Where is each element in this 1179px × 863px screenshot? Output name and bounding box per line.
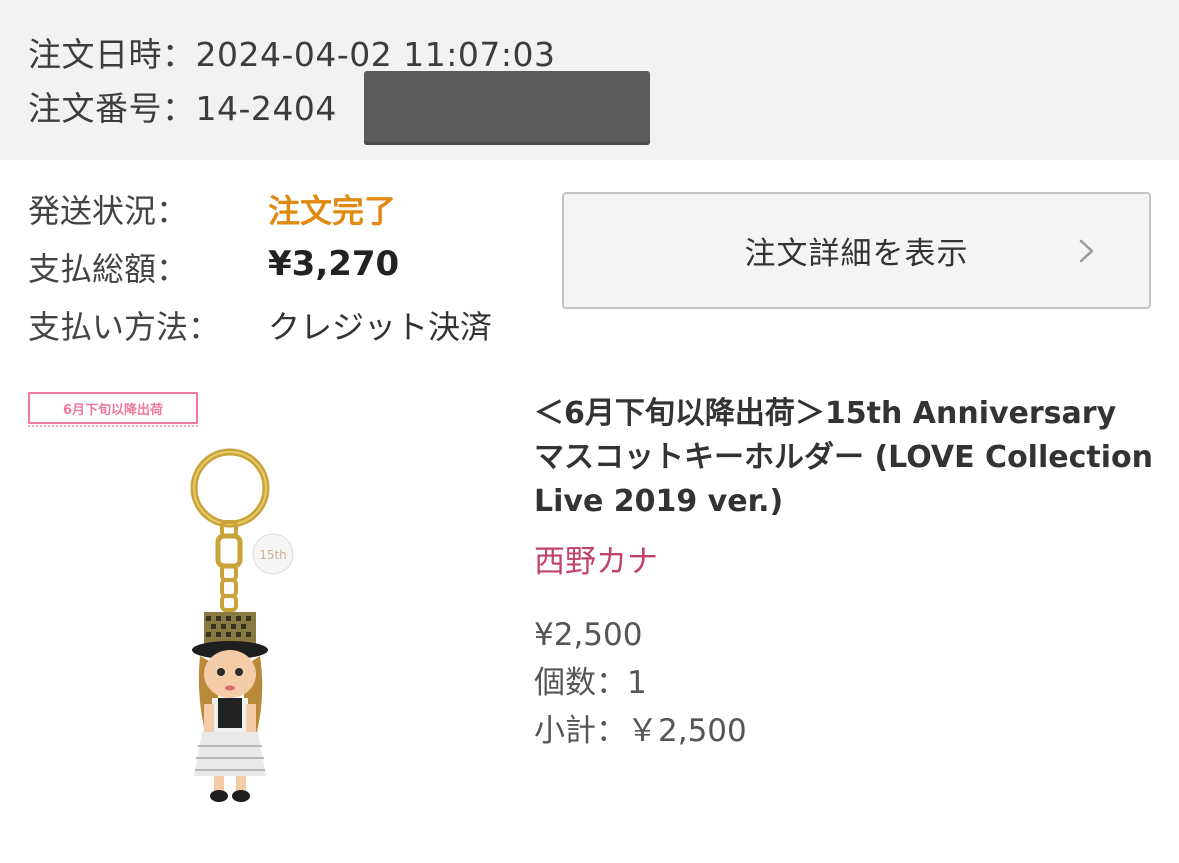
total-value: ¥3,270 [268,244,400,284]
tag-divider [28,425,198,428]
order-datetime: 注文日時：2024-04-02 11:07:03 [28,35,556,74]
order-detail-button[interactable]: 注文詳細を表示 [562,192,1151,309]
chevron-right-icon [1079,239,1094,263]
product-subtotal: 小計：￥2,500 [534,713,747,749]
product-info: ＜6月下旬以降出荷＞15th Anniversary マスコットキーホルダー (… [534,392,1154,755]
product-image[interactable]: 6月下旬以降出荷 15th [28,392,328,812]
payment-label: 支払い方法： [28,308,221,346]
order-number: 注文番号：14-2404 [28,89,337,128]
shipping-tag: 6月下旬以降出荷 [28,392,198,424]
total-label: 支払総額： [28,250,189,288]
payment-value: クレジット決済 [268,308,493,346]
order-header: 注文日時：2024-04-02 11:07:03 注文番号：14-2404 [0,0,1179,160]
svg-text:15th: 15th [259,548,287,562]
keychain-mascot-image: 15th [190,448,294,802]
shipping-status-value: 注文完了 [268,192,397,230]
product-price: ¥2,500 [534,617,643,653]
product-title[interactable]: ＜6月下旬以降出荷＞15th Anniversary マスコットキーホルダー (… [534,392,1154,524]
redaction-box [364,71,650,145]
shipping-status-label: 発送状況： [28,192,189,230]
product-quantity: 個数：1 [534,665,647,701]
product-artist[interactable]: 西野カナ [534,536,1154,581]
order-detail-button-label: 注文詳細を表示 [744,236,969,272]
